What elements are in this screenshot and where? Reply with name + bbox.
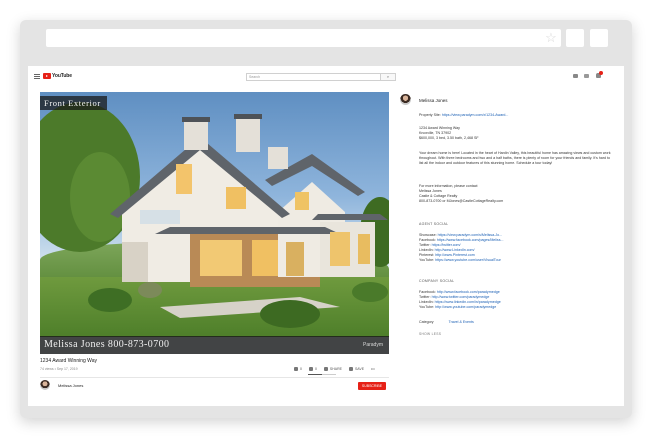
browser-button[interactable] xyxy=(566,29,584,47)
company-social-link[interactable]: https://www.linkedin.com/in/paradymedge xyxy=(435,300,501,304)
thumbs-up-icon xyxy=(294,367,298,371)
play-logo-icon xyxy=(43,73,51,79)
youtube-logo[interactable]: YouTube xyxy=(43,72,72,80)
contact-block: For more information, please contact Mel… xyxy=(419,184,619,204)
share-label: SHARE xyxy=(329,367,342,371)
youtube-logo-text: YouTube xyxy=(52,73,72,79)
contact-line: 800-873-0700 or MJones@CastleCottageReal… xyxy=(419,199,504,203)
more-label: ••• xyxy=(371,367,375,371)
author-name[interactable]: Melissa Jones xyxy=(419,98,448,103)
company-social-title: COMPANY SOCIAL xyxy=(419,279,455,283)
company-social-label: YouTube: xyxy=(419,305,436,309)
like-button[interactable]: 0 xyxy=(294,367,302,371)
search-input[interactable]: Search xyxy=(246,73,382,81)
address-bar[interactable] xyxy=(46,29,561,47)
channel-avatar[interactable] xyxy=(40,380,50,390)
property-site-line: Property Site: https://view.paradym.com/… xyxy=(419,113,619,118)
agent-social-row: YouTube: https://www.youtube.com/user/Vi… xyxy=(419,258,619,263)
like-ratio-bar xyxy=(308,374,336,375)
search-placeholder: Search xyxy=(249,75,261,79)
company-social-label: LinkedIn: xyxy=(419,300,435,304)
agent-social-label: LinkedIn: xyxy=(419,248,435,252)
company-social-label: Facebook: xyxy=(419,290,437,294)
share-icon xyxy=(323,367,328,371)
apps-grid-icon[interactable] xyxy=(584,74,589,78)
company-social-link[interactable]: http://www.twitter.com/paradymedge xyxy=(432,295,490,299)
save-button[interactable]: SAVE xyxy=(348,367,365,371)
divider xyxy=(40,377,389,378)
agent-social-list: Showcase: https://view.paradym.com/s/Mel… xyxy=(419,233,619,263)
agent-social-link[interactable]: https://www.youtube.com/user/VisualTour xyxy=(435,258,501,262)
house-illustration xyxy=(88,114,388,328)
video-meta: 74 views • Sep 17, 2019 xyxy=(40,367,78,371)
address-line: $600,000, 3 bed, 3.50 bath, 2,468 SF xyxy=(419,136,479,140)
browser-button[interactable] xyxy=(590,29,608,47)
company-social-list: Facebook: http://www.facebook.com/parady… xyxy=(419,290,619,310)
property-site-label: Property Site: xyxy=(419,113,441,117)
dislike-count: 0 xyxy=(314,367,317,371)
description-paragraph: Your dream home is here! Located in the … xyxy=(419,151,611,165)
company-social-link[interactable]: http://www.youtube.com/paradymedge xyxy=(435,305,496,309)
agent-social-title: AGENT SOCIAL xyxy=(419,222,449,226)
more-actions-button[interactable]: ••• xyxy=(371,367,375,371)
company-social-label: Twitter: xyxy=(419,295,432,299)
agent-banner: Melissa Jones 800-873-0700 Paradym xyxy=(40,336,389,354)
agent-social-link[interactable]: https://www.facebook.com/pages/Meliss... xyxy=(437,238,504,242)
channel-name[interactable]: Melissa Jones xyxy=(58,383,83,388)
video-player[interactable]: Front Exterior Melissa Jones 800-873-070… xyxy=(40,92,389,354)
agent-banner-text: Melissa Jones 800-873-0700 xyxy=(44,339,170,350)
dislike-button[interactable]: 0 xyxy=(308,367,317,371)
front-exterior-banner: Front Exterior xyxy=(40,96,107,110)
add-to-playlist-icon xyxy=(348,367,353,371)
search-button[interactable]: ⌕ xyxy=(380,73,396,81)
notification-badge xyxy=(599,71,603,75)
hamburger-menu-icon[interactable] xyxy=(34,74,40,79)
agent-social-label: Pinterest: xyxy=(419,253,436,257)
youtube-page: YouTube Search ⌕ Front Exterior Melissa … xyxy=(28,66,624,406)
star-icon[interactable]: ☆ xyxy=(543,30,559,46)
agent-social-label: Facebook: xyxy=(419,238,437,242)
thumbs-down-icon xyxy=(308,367,313,371)
address-block: 1234 Award Winning Way Knoxville, TN 379… xyxy=(419,126,619,141)
create-video-icon[interactable] xyxy=(573,74,578,78)
category-line: Category Travel & Events xyxy=(419,320,619,325)
agent-social-link[interactable]: https://view.paradym.com/s/Melissa-Jo... xyxy=(438,233,503,237)
agent-social-link[interactable]: http://www.LinkedIn.com/ xyxy=(435,248,475,252)
property-site-link[interactable]: https://view.paradym.com/x/1234-Award... xyxy=(442,113,509,117)
agent-social-label: YouTube: xyxy=(419,258,436,262)
category-label: Category xyxy=(419,320,434,324)
agent-social-label: Showcase: xyxy=(419,233,438,237)
like-count: 0 xyxy=(300,367,302,371)
search-icon: ⌕ xyxy=(386,74,390,79)
share-button[interactable]: SHARE xyxy=(323,367,342,371)
paradym-watermark: Paradym xyxy=(362,342,383,348)
company-social-row: YouTube: http://www.youtube.com/paradyme… xyxy=(419,305,619,310)
agent-social-link[interactable]: https://twitter.com/ xyxy=(432,243,461,247)
save-label: SAVE xyxy=(354,367,365,371)
author-avatar[interactable] xyxy=(400,94,411,105)
video-title: 1234 Award Winning Way xyxy=(40,358,97,364)
category-link[interactable]: Travel & Events xyxy=(449,320,474,324)
agent-social-link[interactable]: http://www.Pinterest.com xyxy=(435,253,475,257)
top-bar: YouTube Search ⌕ xyxy=(28,66,624,86)
agent-social-label: Twitter: xyxy=(419,243,432,247)
like-ratio-fill xyxy=(308,374,322,375)
subscribe-button[interactable]: SUBSCRIBE xyxy=(358,382,386,390)
show-less-button[interactable]: SHOW LESS xyxy=(419,332,619,337)
video-actions: 0 0 SHARE SAVE ••• xyxy=(294,365,375,373)
company-social-link[interactable]: http://www.facebook.com/paradymedge xyxy=(437,290,500,294)
